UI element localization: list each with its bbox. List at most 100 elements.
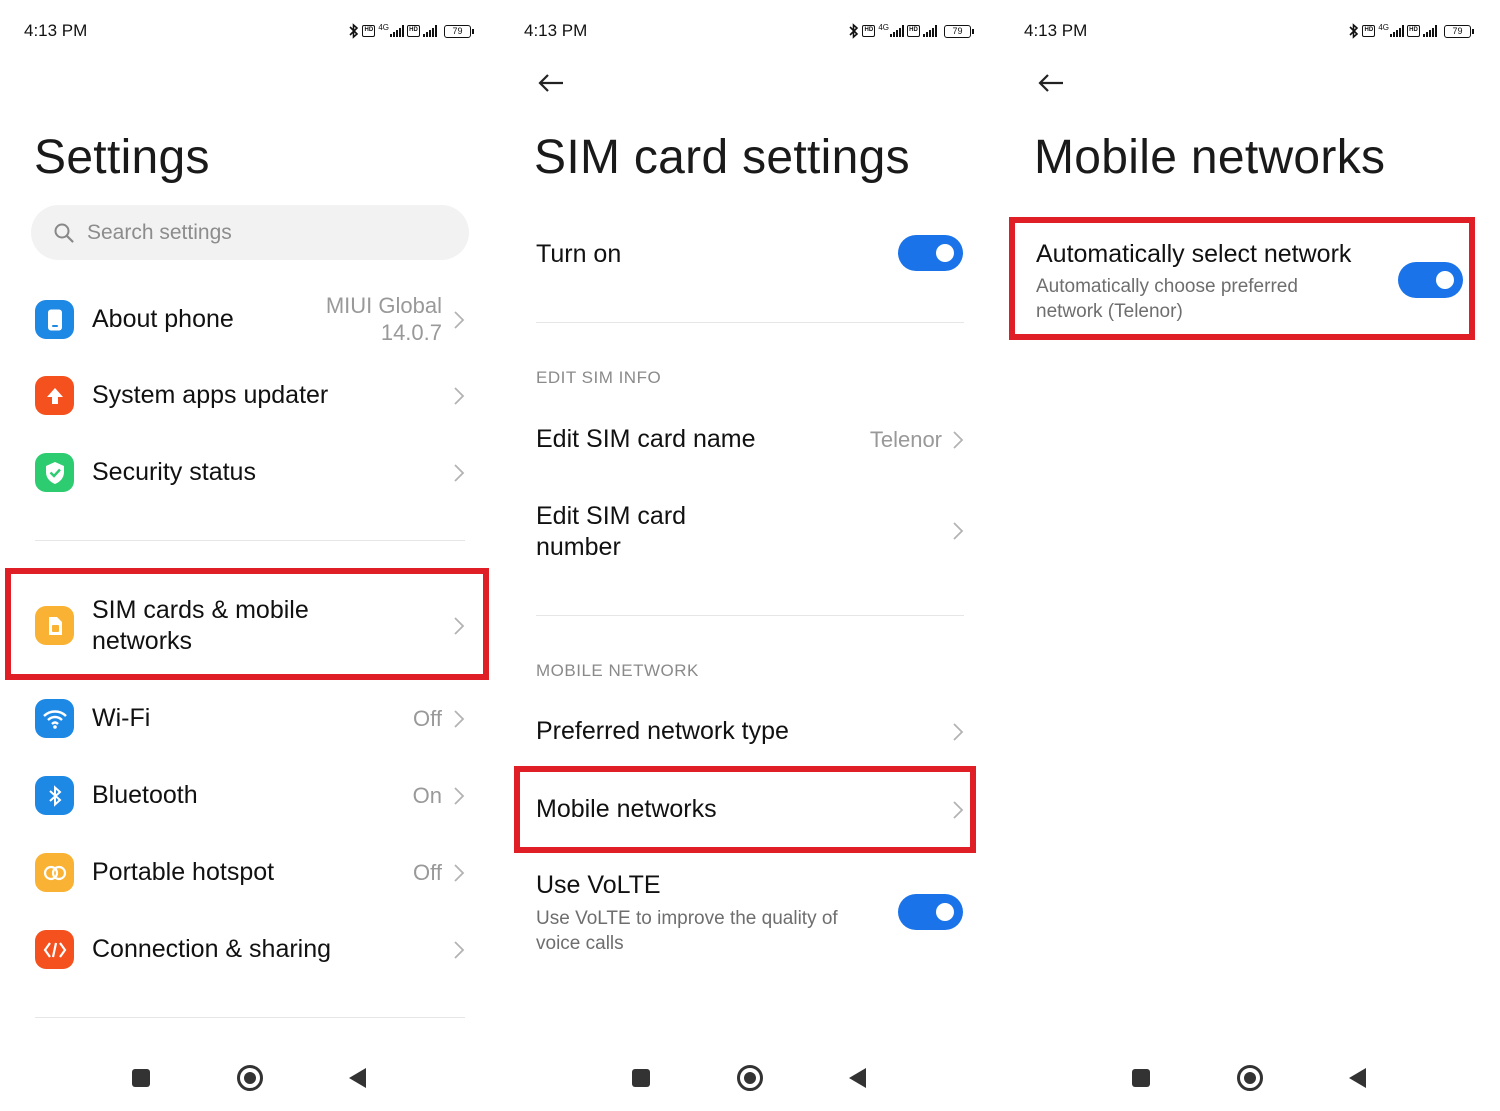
battery-level: 79 <box>1444 24 1471 38</box>
bluetooth-status-icon <box>1349 23 1359 39</box>
turn-on-toggle[interactable] <box>898 235 963 271</box>
home-button[interactable] <box>737 1065 763 1091</box>
status-icons: HD 4G HD 79 <box>849 23 974 39</box>
miui-version-line1: MIUI Global <box>325 293 442 318</box>
signal-icon <box>890 25 904 37</box>
edit-sim-number-line1: Edit SIM card <box>536 502 687 530</box>
highlight-box <box>1009 217 1475 340</box>
settings-item-portable-hotspot[interactable]: Portable hotspot Off <box>0 843 500 903</box>
use-volte-label: Use VoLTE <box>536 871 661 899</box>
signal-icon <box>1423 25 1437 37</box>
shield-check-icon <box>35 453 74 492</box>
highlight-box <box>5 568 489 680</box>
settings-item-value: On <box>412 783 442 808</box>
use-volte-toggle[interactable] <box>898 894 963 930</box>
status-bar: 4:13 PM HD 4G HD 79 <box>1024 20 1474 42</box>
nav-bar <box>500 1063 1000 1093</box>
back-nav-button[interactable] <box>1349 1068 1366 1088</box>
settings-item-label: Wi-Fi <box>92 704 151 732</box>
wifi-icon <box>35 699 74 738</box>
chevron-right-icon <box>953 431 964 449</box>
edit-sim-number-line2: number <box>536 533 621 561</box>
settings-item-value: Off <box>413 860 442 885</box>
search-icon <box>54 223 74 243</box>
settings-item-security-status[interactable]: Security status <box>0 443 500 503</box>
battery-icon: 79 <box>444 24 474 38</box>
miui-version-line2: 14.0.7 <box>380 320 442 345</box>
status-icons: HD 4G HD 79 <box>349 23 474 39</box>
arrow-up-icon <box>35 376 74 415</box>
battery-level: 79 <box>944 24 971 38</box>
settings-item-about-phone[interactable]: About phone MIUI Global 14.0.7 <box>0 290 500 350</box>
network-type-label: 4G <box>378 22 389 32</box>
chevron-right-icon <box>454 387 465 405</box>
sim-name-value: Telenor <box>869 427 942 452</box>
search-input[interactable]: Search settings <box>31 205 469 260</box>
settings-item-value: Off <box>413 706 442 731</box>
settings-item-label: System apps updater <box>92 381 329 409</box>
edit-sim-name-label: Edit SIM card name <box>536 425 756 453</box>
divider <box>536 322 964 323</box>
home-button[interactable] <box>237 1065 263 1091</box>
back-arrow-icon[interactable] <box>536 68 566 98</box>
share-icon <box>35 930 74 969</box>
settings-item-label: Connection & sharing <box>92 935 332 963</box>
section-header-mobile-network: MOBILE NETWORK <box>536 661 699 680</box>
status-time: 4:13 PM <box>24 21 88 40</box>
page-title: SIM card settings <box>534 131 910 184</box>
back-arrow-icon[interactable] <box>1036 68 1066 98</box>
volte-chip-icon: HD <box>862 25 876 37</box>
signal-icon <box>423 25 437 37</box>
preferred-network-type-label: Preferred network type <box>536 717 789 745</box>
bluetooth-status-icon <box>849 23 859 39</box>
turn-on-row[interactable]: Turn on <box>500 225 1000 285</box>
divider <box>35 540 465 541</box>
volte-chip-icon: HD <box>407 25 420 37</box>
chevron-right-icon <box>454 941 465 959</box>
hotspot-icon <box>35 853 74 892</box>
battery-icon: 79 <box>944 24 974 38</box>
settings-item-system-apps-updater[interactable]: System apps updater <box>0 366 500 426</box>
recents-button[interactable] <box>132 1069 150 1087</box>
settings-item-wifi[interactable]: Wi-Fi Off <box>0 689 500 749</box>
page-title: Settings <box>34 131 210 184</box>
signal-icon <box>390 25 404 37</box>
status-time: 4:13 PM <box>524 21 588 40</box>
recents-button[interactable] <box>1132 1069 1150 1087</box>
volte-desc-line1: Use VoLTE to improve the quality of <box>536 908 838 929</box>
settings-item-label: Bluetooth <box>92 781 198 809</box>
settings-item-connection-sharing[interactable]: Connection & sharing <box>0 920 500 980</box>
bluetooth-icon <box>35 776 74 815</box>
turn-on-label: Turn on <box>536 240 622 268</box>
volte-chip-icon: HD <box>1362 25 1376 37</box>
edit-sim-number-row[interactable]: Edit SIM card number <box>500 495 1000 571</box>
volte-chip-icon: HD <box>1407 25 1420 37</box>
network-type-label: 4G <box>1378 22 1389 32</box>
signal-icon <box>923 25 937 37</box>
edit-sim-name-row[interactable]: Edit SIM card name Telenor <box>500 410 1000 470</box>
settings-item-value: MIUI Global 14.0.7 <box>326 292 442 346</box>
use-volte-row[interactable]: Use VoLTE Use VoLTE to improve the quali… <box>500 868 1000 960</box>
chevron-right-icon <box>953 522 964 540</box>
signal-icon <box>1390 25 1404 37</box>
settings-screen: 4:13 PM HD 4G HD 79 Settings Search sett… <box>0 0 500 1111</box>
back-nav-button[interactable] <box>849 1068 866 1088</box>
chevron-right-icon <box>953 723 964 741</box>
status-bar: 4:13 PM HD 4G HD 79 <box>524 20 974 42</box>
recents-button[interactable] <box>632 1069 650 1087</box>
settings-item-bluetooth[interactable]: Bluetooth On <box>0 766 500 826</box>
divider <box>35 1017 465 1018</box>
sim-card-settings-screen: 4:13 PM HD 4G HD 79 SIM card settings Tu… <box>500 0 1000 1111</box>
chevron-right-icon <box>454 311 465 329</box>
mobile-networks-screen: 4:13 PM HD 4G HD 79 Mobile networks Auto… <box>1000 0 1500 1111</box>
bluetooth-status-icon <box>349 23 359 39</box>
back-nav-button[interactable] <box>349 1068 366 1088</box>
use-volte-description: Use VoLTE to improve the quality of voic… <box>536 906 838 956</box>
preferred-network-type-row[interactable]: Preferred network type <box>500 702 1000 762</box>
highlight-box <box>514 766 976 853</box>
network-type-label: 4G <box>878 22 889 32</box>
home-button[interactable] <box>1237 1065 1263 1091</box>
edit-sim-number-label: Edit SIM card number <box>536 501 686 563</box>
status-icons: HD 4G HD 79 <box>1349 23 1474 39</box>
status-bar: 4:13 PM HD 4G HD 79 <box>24 20 474 42</box>
